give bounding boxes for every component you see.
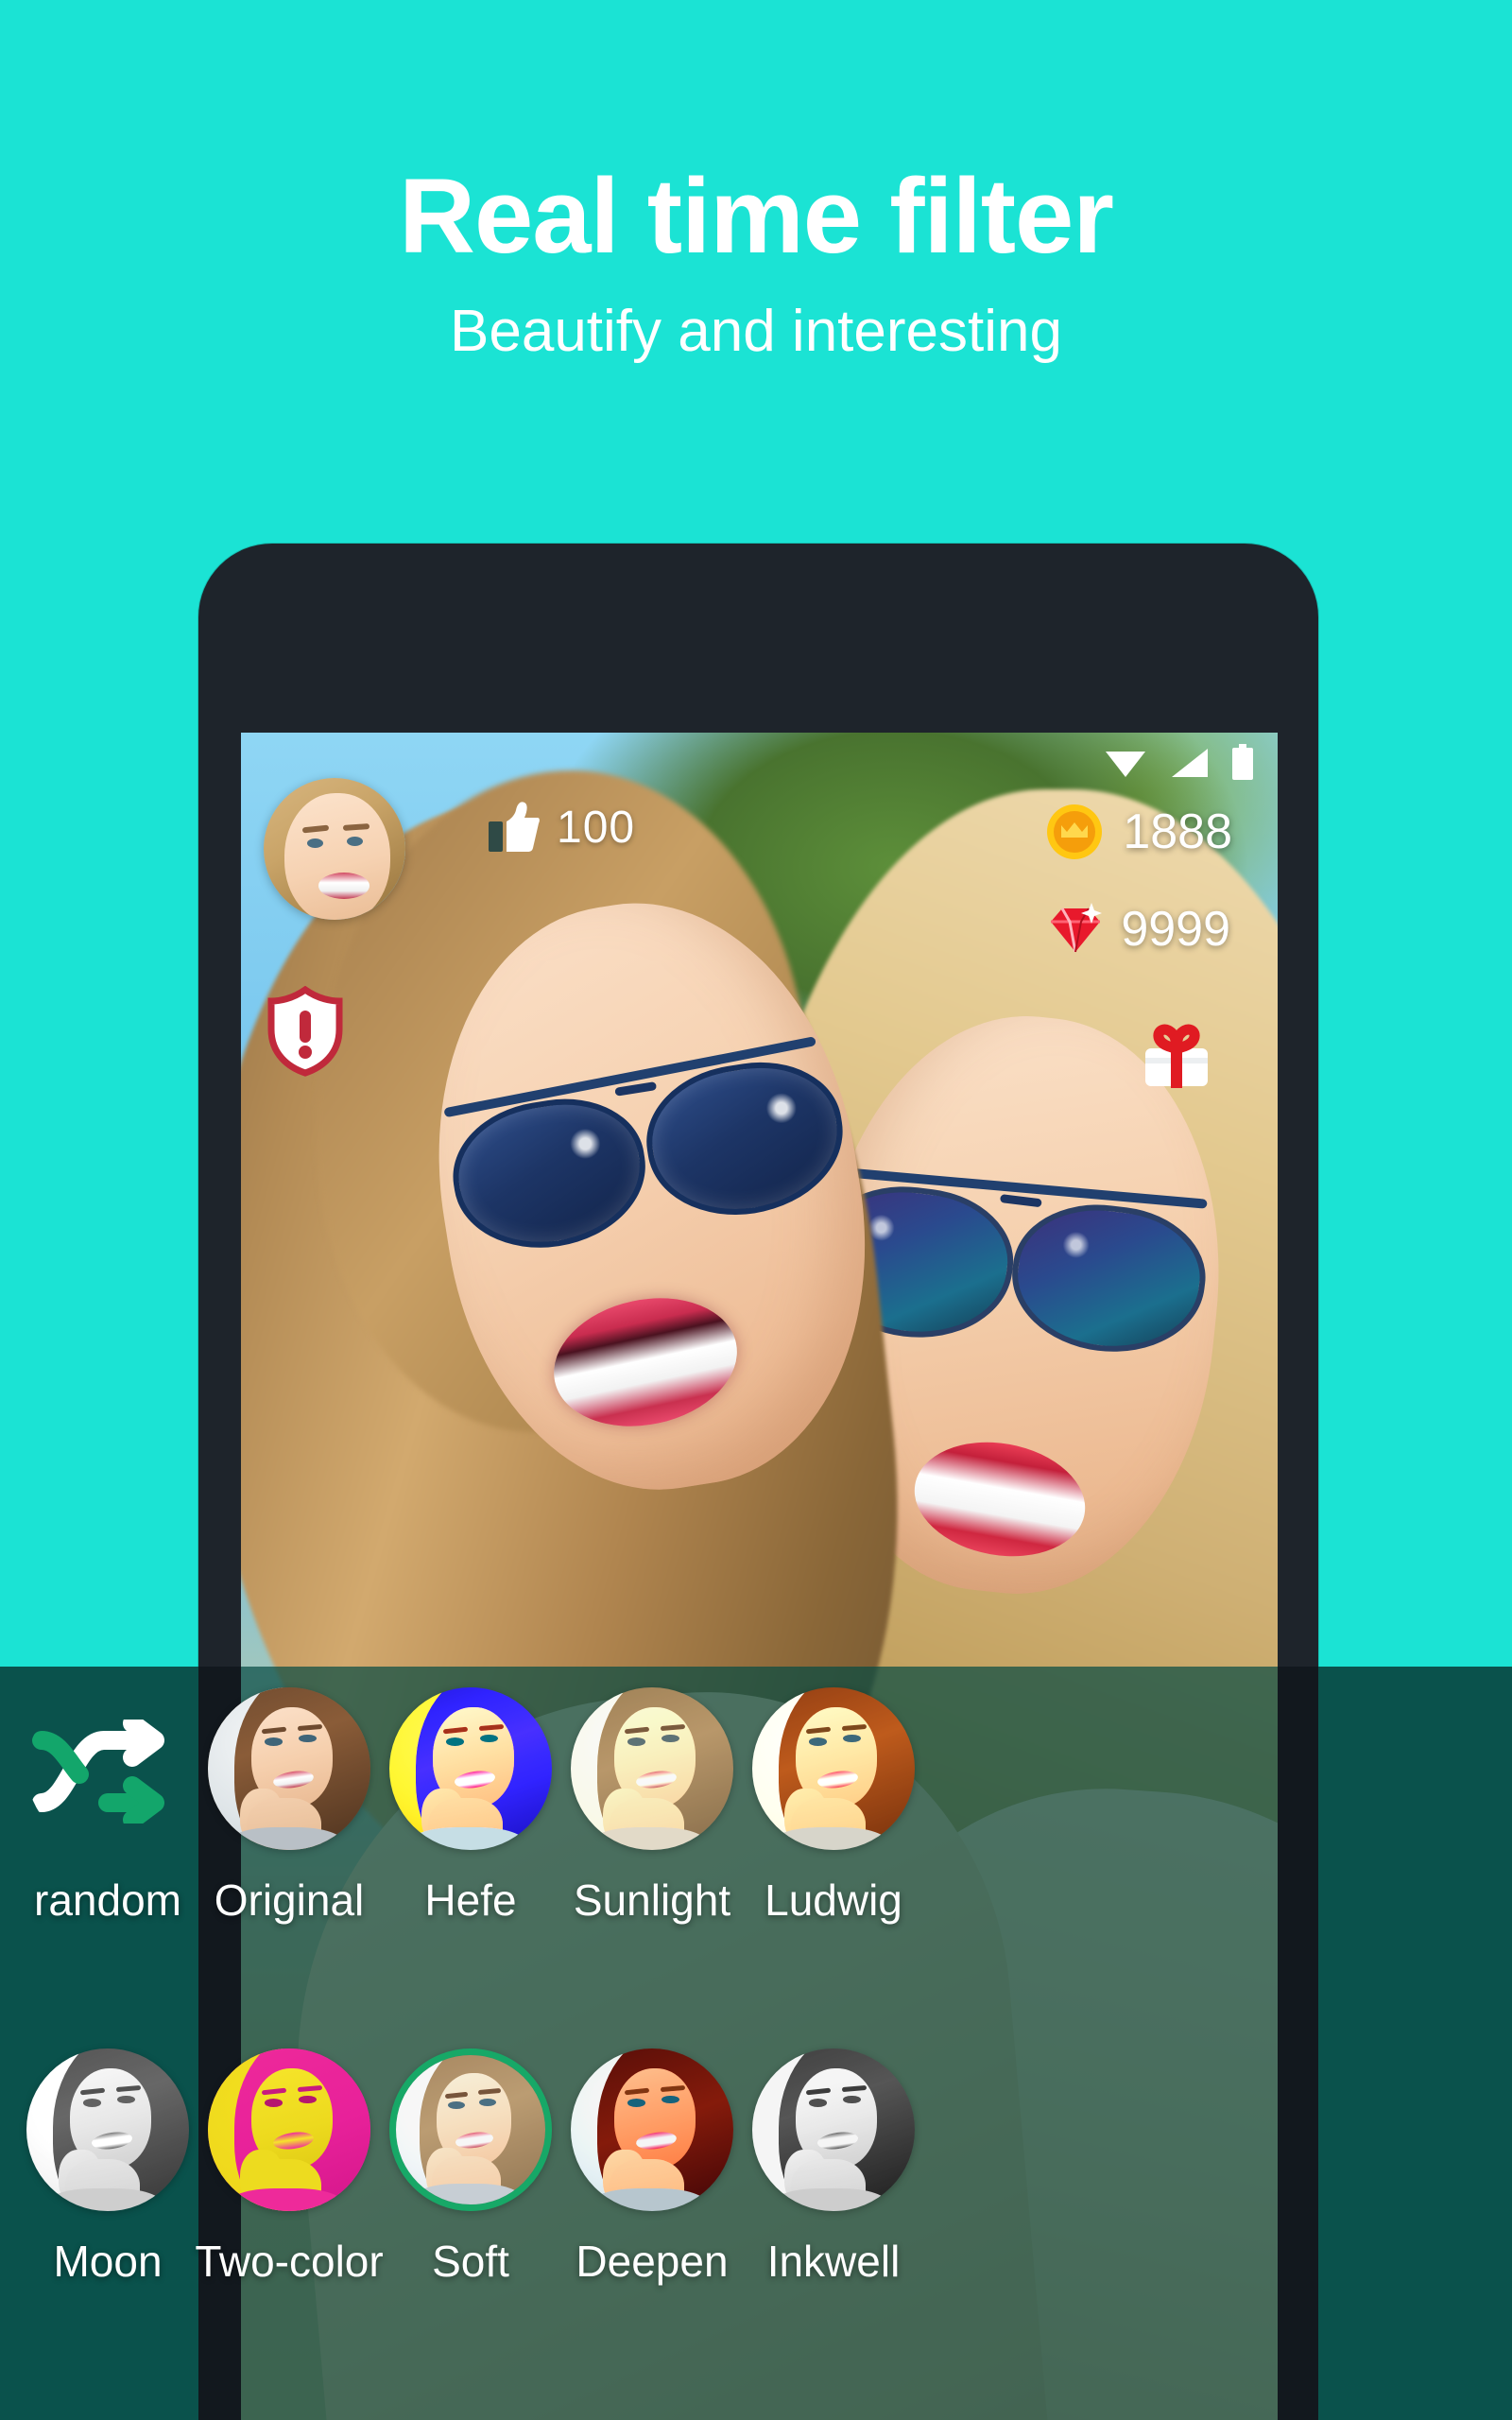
filter-item-hefe[interactable]: Hefe — [380, 1687, 561, 1922]
filter-label: Deepen — [576, 2237, 729, 2286]
like-counter[interactable]: 100 — [489, 801, 635, 856]
filter-label: Inkwell — [766, 2237, 901, 2286]
filter-label: Sunlight — [573, 1876, 731, 1925]
shield-alert-icon[interactable] — [266, 986, 345, 1077]
filter-item-inkwell[interactable]: Inkwell — [743, 2048, 924, 2283]
filter-thumb — [26, 2048, 189, 2211]
filter-item-sunlight[interactable]: Sunlight — [561, 1687, 743, 1922]
filter-thumb — [389, 1687, 552, 1850]
filter-item-ludwig[interactable]: Ludwig — [743, 1687, 924, 1922]
hero-text-block: Real time filter Beautify and interestin… — [0, 0, 1512, 362]
filter-thumb — [208, 1687, 370, 1850]
diamond-icon — [1051, 903, 1103, 953]
filter-item-soft[interactable]: Soft — [380, 2048, 561, 2283]
random-thumb — [26, 1687, 189, 1850]
gem-counter[interactable]: 9999 — [1047, 903, 1230, 956]
filter-rows: random Original Hefe Sunlight Ludwig Moo… — [0, 1667, 1512, 2420]
wifi-icon — [1106, 752, 1145, 777]
filter-panel: random Original Hefe Sunlight Ludwig Moo… — [0, 1667, 1512, 2420]
cell-signal-icon — [1172, 749, 1208, 777]
coin-counter[interactable]: 1888 — [1045, 803, 1232, 861]
filter-label: Two-color — [195, 2237, 384, 2286]
filter-item-deepen[interactable]: Deepen — [561, 2048, 743, 2283]
shuffle-icon — [32, 1714, 164, 1829]
filter-row-2: Moon Two-color Soft Deepen Inkwell — [0, 2048, 1512, 2283]
filter-thumb — [571, 1687, 733, 1850]
filter-label: random — [34, 1876, 181, 1925]
thumbs-up-icon — [489, 802, 540, 852]
coin-icon — [1047, 804, 1103, 859]
filter-item-moon[interactable]: Moon — [17, 2048, 198, 2283]
filter-thumb — [571, 2048, 733, 2211]
filter-label: Soft — [432, 2237, 509, 2286]
filter-item-two-color[interactable]: Two-color — [195, 2048, 384, 2286]
page-title: Real time filter — [399, 157, 1114, 275]
status-bar — [1104, 744, 1255, 782]
filter-item-original[interactable]: Original — [198, 1687, 380, 1922]
like-count: 100 — [557, 803, 636, 853]
coin-count: 1888 — [1123, 804, 1232, 859]
gift-icon[interactable] — [1136, 1011, 1217, 1092]
page-subtitle: Beautify and interesting — [450, 299, 1062, 365]
gem-count: 9999 — [1121, 902, 1230, 957]
filter-thumb — [752, 2048, 915, 2211]
filter-label: Hefe — [424, 1876, 517, 1925]
filter-item-random[interactable]: random — [17, 1687, 198, 1922]
filter-thumb — [752, 1687, 915, 1850]
battery-icon — [1232, 744, 1253, 780]
filter-label: Original — [214, 1876, 365, 1925]
filter-row-1: random Original Hefe Sunlight Ludwig — [0, 1687, 1512, 1922]
filter-thumb — [208, 2048, 370, 2211]
filter-label: Moon — [53, 2237, 163, 2286]
promo-page: Real time filter Beautify and interestin… — [0, 0, 1512, 2420]
avatar[interactable] — [264, 778, 405, 920]
filter-label: Ludwig — [765, 1876, 902, 1925]
filter-thumb-selected — [389, 2048, 552, 2211]
